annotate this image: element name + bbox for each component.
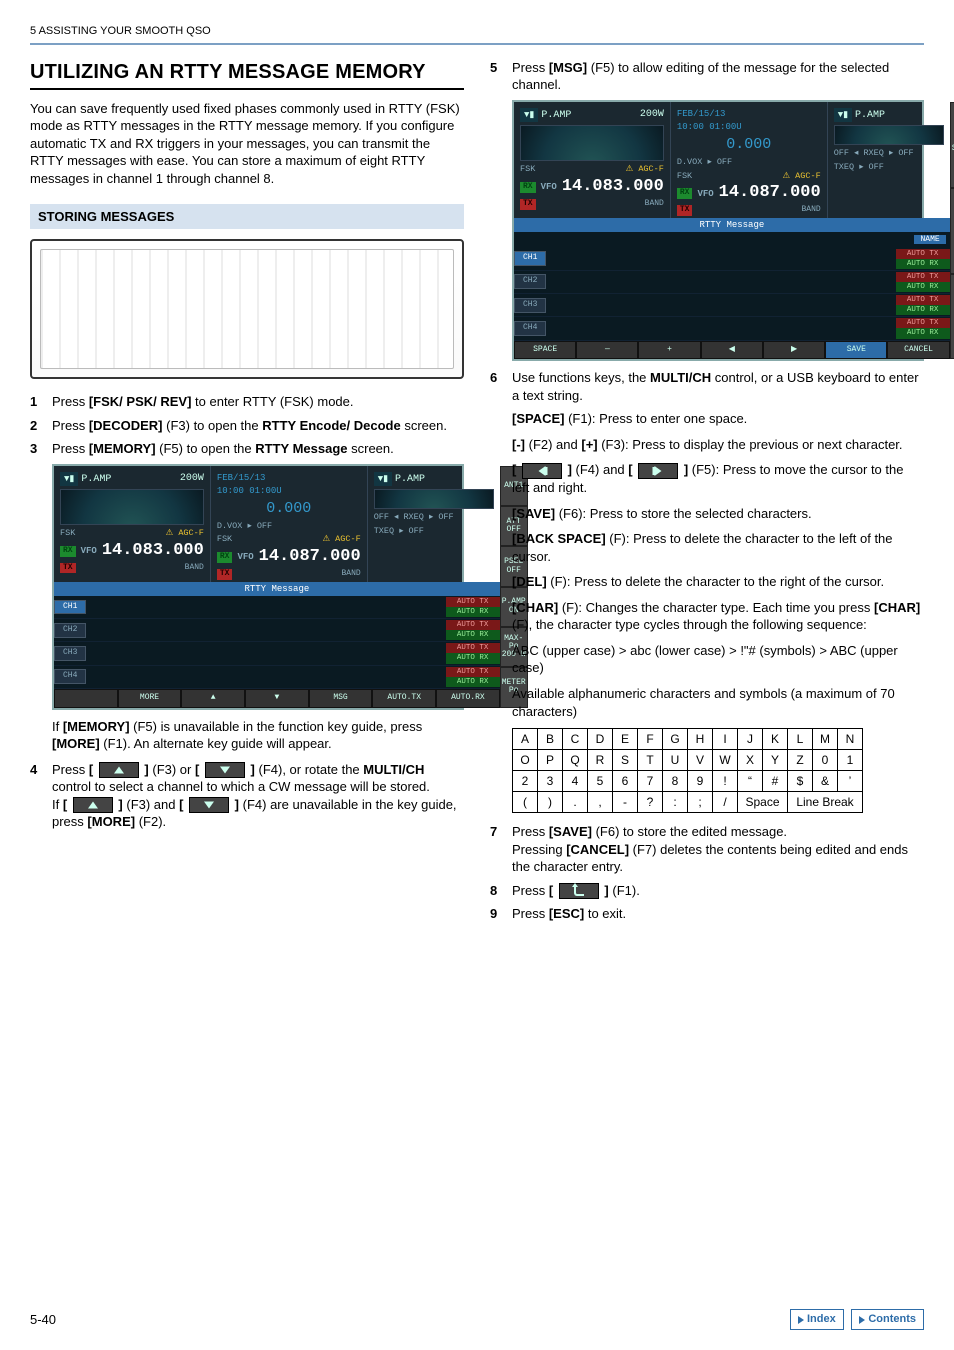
step-number: 5 [490, 59, 502, 94]
step-1: Press [FSK/ PSK/ REV] to enter RTTY (FSK… [52, 393, 354, 411]
step-3-note: If [MEMORY] (F5) is unavailable in the f… [52, 718, 464, 753]
step-2: Press [DECODER] (F3) to open the RTTY En… [52, 417, 447, 435]
rtty-message-screen: ▼▮P.AMP200W FSK⚠ AGC-F RXVFO14.083.000 T… [52, 464, 464, 710]
transceiver-illustration [30, 239, 464, 379]
step-6-details: [SPACE] (F1): Press to enter one space. … [512, 410, 924, 813]
cursor-right-icon [638, 463, 678, 479]
step-number: 6 [490, 369, 502, 404]
step-number: 7 [490, 823, 502, 876]
step-number: 8 [490, 882, 502, 900]
step-4: Press [ ] (F3) or [ ] (F4), or rotate th… [52, 761, 464, 831]
intro-paragraph: You can save frequently used fixed phase… [30, 100, 464, 188]
step-6: Use functions keys, the MULTI/CH control… [512, 369, 924, 404]
step-number: 3 [30, 440, 42, 458]
rtty-edit-screen: ▼▮P.AMP200W FSK⚠ AGC-F RXVFO14.083.000 T… [512, 100, 924, 361]
header-rule [30, 43, 924, 45]
contents-button[interactable]: Contents [851, 1309, 924, 1330]
up-arrow-icon [99, 762, 139, 778]
step-number: 2 [30, 417, 42, 435]
character-table: ABCDEFGHIJKLMNOPQRSTUVWXYZ0123456789!“#$… [512, 728, 863, 813]
step-9: Press [ESC] to exit. [512, 905, 626, 923]
step-number: 9 [490, 905, 502, 923]
left-column: UTILIZING AN RTTY MESSAGE MEMORY You can… [30, 59, 464, 1291]
section-heading: UTILIZING AN RTTY MESSAGE MEMORY [30, 59, 464, 90]
return-icon [559, 883, 599, 899]
step-number: 1 [30, 393, 42, 411]
right-column: 5 Press [MSG] (F5) to allow editing of t… [490, 59, 924, 1291]
up-arrow-icon [73, 797, 113, 813]
cursor-left-icon [522, 463, 562, 479]
down-arrow-icon [189, 797, 229, 813]
play-icon [798, 1316, 804, 1324]
index-button[interactable]: Index [790, 1309, 844, 1330]
down-arrow-icon [205, 762, 245, 778]
step-8: Press [ ] (F1). [512, 882, 640, 900]
step-number: 4 [30, 761, 42, 831]
page-number: 5-40 [30, 1311, 56, 1329]
play-icon [859, 1316, 865, 1324]
step-5: Press [MSG] (F5) to allow editing of the… [512, 59, 924, 94]
step-7: Press [SAVE] (F6) to store the edited me… [512, 823, 924, 876]
step-3: Press [MEMORY] (F5) to open the RTTY Mes… [52, 440, 394, 458]
breadcrumb: 5 ASSISTING YOUR SMOOTH QSO [30, 24, 924, 39]
subsection-heading: STORING MESSAGES [30, 204, 464, 230]
